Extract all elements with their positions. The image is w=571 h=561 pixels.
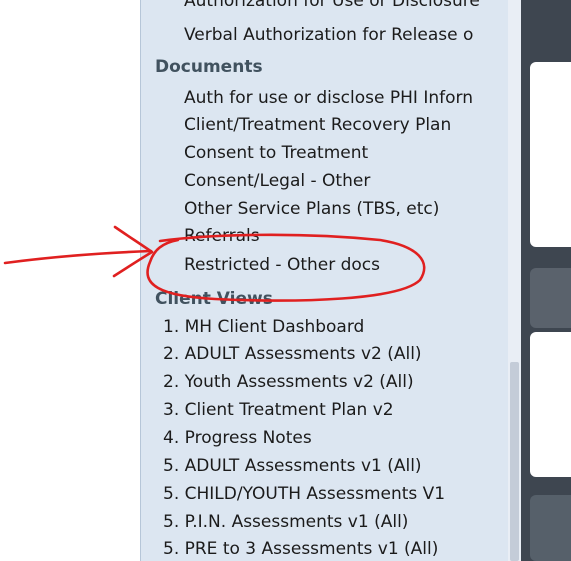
nav-item-restricted-other-docs[interactable]: Restricted - Other docs	[184, 254, 380, 276]
annotation-arrow-shaft	[3, 249, 153, 265]
content-card	[530, 62, 571, 247]
nav-item-adult-assessments-v2[interactable]: 2. ADULT Assessments v2 (All)	[163, 343, 422, 365]
nav-item-auth-phi[interactable]: Auth for use or disclose PHI Inforn	[184, 87, 473, 109]
scrollbar-thumb[interactable]	[510, 362, 519, 561]
nav-item-youth-assessments-v2[interactable]: 2. Youth Assessments v2 (All)	[163, 371, 414, 393]
nav-item-consent-legal-other[interactable]: Consent/Legal - Other	[184, 170, 370, 192]
nav-item-client-treatment-plan-v2[interactable]: 3. Client Treatment Plan v2	[163, 399, 394, 421]
nav-item-child-youth-assessments-v1[interactable]: 5. CHILD/YOUTH Assessments V1	[163, 483, 445, 505]
nav-item-progress-notes[interactable]: 4. Progress Notes	[163, 427, 312, 449]
section-header-client-views: Client Views	[155, 289, 273, 309]
nav-item-pre-to-3-assessments-v1[interactable]: 5. PRE to 3 Assessments v1 (All)	[163, 538, 438, 560]
nav-item-authorization-use-disclosure[interactable]: Authorization for Use or Disclosure	[184, 0, 480, 12]
nav-item-treatment-recovery-plan[interactable]: Client/Treatment Recovery Plan	[184, 114, 451, 136]
content-card-header	[530, 268, 571, 328]
nav-item-mh-client-dashboard[interactable]: 1. MH Client Dashboard	[163, 316, 364, 338]
content-card-header	[530, 495, 571, 561]
nav-item-consent-to-treatment[interactable]: Consent to Treatment	[184, 142, 368, 164]
nav-item-other-service-plans[interactable]: Other Service Plans (TBS, etc)	[184, 198, 439, 220]
nav-item-referrals[interactable]: Referrals	[184, 225, 260, 247]
nav-item-adult-assessments-v1[interactable]: 5. ADULT Assessments v1 (All)	[163, 455, 422, 477]
nav-item-pin-assessments-v1[interactable]: 5. P.I.N. Assessments v1 (All)	[163, 511, 408, 533]
nav-item-verbal-authorization[interactable]: Verbal Authorization for Release o	[184, 24, 473, 46]
section-header-documents: Documents	[155, 57, 263, 77]
content-card	[530, 332, 571, 477]
